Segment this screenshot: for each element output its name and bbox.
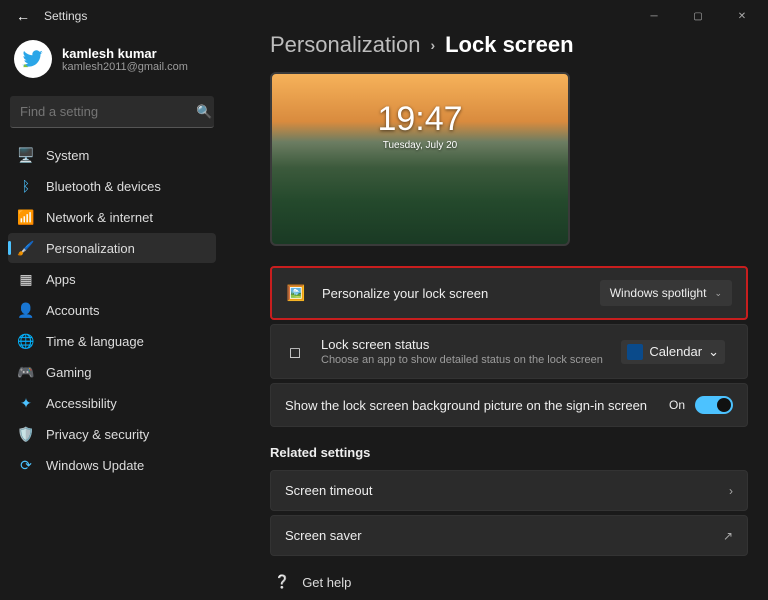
- window-controls: ─ ▢ ✕: [632, 2, 764, 30]
- nav-label: Personalization: [46, 241, 135, 256]
- row-title: Screen saver: [285, 528, 723, 543]
- chevron-down-icon: ⌄: [708, 344, 719, 360]
- row-title: Screen timeout: [285, 483, 729, 498]
- nav-bluetooth[interactable]: ᛒ Bluetooth & devices: [8, 171, 216, 201]
- update-icon: ⟳: [18, 457, 34, 473]
- row-title: Show the lock screen background picture …: [285, 398, 669, 413]
- chevron-right-icon: ›: [729, 484, 733, 498]
- nav-label: Accounts: [46, 303, 99, 318]
- nav-label: Bluetooth & devices: [46, 179, 161, 194]
- main-content: Personalization › Lock screen 19:47 Tues…: [224, 32, 768, 600]
- chevron-down-icon: ⌄: [714, 288, 722, 299]
- profile[interactable]: kamlesh kumar kamlesh2011@gmail.com: [8, 32, 216, 92]
- help-icon: ❔: [274, 574, 290, 590]
- maximize-button[interactable]: ▢: [676, 2, 720, 30]
- search-icon: 🔍: [196, 104, 212, 120]
- lock-screen-preview: 19:47 Tuesday, July 20: [270, 72, 570, 246]
- search-box[interactable]: 🔍: [10, 96, 214, 128]
- system-icon: 🖥️: [18, 147, 34, 163]
- nav-label: Apps: [46, 272, 76, 287]
- nav-system[interactable]: 🖥️ System: [8, 140, 216, 170]
- give-feedback-link[interactable]: 📣 Give feedback: [270, 596, 748, 600]
- row-title: Personalize your lock screen: [322, 286, 600, 301]
- personalize-dropdown[interactable]: Windows spotlight ⌄: [600, 280, 732, 306]
- status-app-chip[interactable]: Calendar ⌄: [621, 340, 725, 364]
- dropdown-value: Windows spotlight: [610, 286, 707, 300]
- nav-label: Accessibility: [46, 396, 117, 411]
- related-settings-heading: Related settings: [270, 445, 748, 460]
- nav-accounts[interactable]: 👤 Accounts: [8, 295, 216, 325]
- chevron-right-icon: ›: [430, 37, 435, 53]
- nav-label: Privacy & security: [46, 427, 149, 442]
- nav-network[interactable]: 📶 Network & internet: [8, 202, 216, 232]
- nav-personalization[interactable]: 🖌️ Personalization: [8, 233, 216, 263]
- accounts-icon: 👤: [18, 302, 34, 318]
- back-button[interactable]: ←: [16, 8, 30, 24]
- breadcrumb-current: Lock screen: [445, 32, 573, 58]
- nav-time[interactable]: 🌐 Time & language: [8, 326, 216, 356]
- avatar: [14, 40, 52, 78]
- sidebar: kamlesh kumar kamlesh2011@gmail.com 🔍 🖥️…: [0, 32, 224, 600]
- personalize-lock-screen-row[interactable]: 🖼️ Personalize your lock screen Windows …: [270, 266, 748, 320]
- status-app-value: Calendar: [649, 344, 702, 359]
- gaming-icon: 🎮: [18, 364, 34, 380]
- breadcrumb-parent[interactable]: Personalization: [270, 32, 420, 58]
- footer-links: ❔ Get help 📣 Give feedback: [270, 568, 748, 600]
- status-icon: ◻: [285, 343, 305, 361]
- nav-gaming[interactable]: 🎮 Gaming: [8, 357, 216, 387]
- profile-email: kamlesh2011@gmail.com: [62, 61, 188, 73]
- nav-update[interactable]: ⟳ Windows Update: [8, 450, 216, 480]
- profile-name: kamlesh kumar: [62, 46, 188, 61]
- minimize-button[interactable]: ─: [632, 2, 676, 30]
- picture-icon: 🖼️: [286, 284, 306, 302]
- get-help-link[interactable]: ❔ Get help: [270, 568, 748, 596]
- apps-icon: ▦: [18, 271, 34, 287]
- calendar-icon: [627, 344, 643, 360]
- lock-screen-status-row[interactable]: ◻ Lock screen status Choose an app to sh…: [270, 324, 748, 379]
- nav-accessibility[interactable]: ✦ Accessibility: [8, 388, 216, 418]
- personalization-icon: 🖌️: [18, 240, 34, 256]
- nav-label: Windows Update: [46, 458, 144, 473]
- preview-date: Tuesday, July 20: [272, 140, 568, 151]
- breadcrumb: Personalization › Lock screen: [270, 32, 748, 58]
- nav-label: Network & internet: [46, 210, 153, 225]
- nav: 🖥️ System ᛒ Bluetooth & devices 📶 Network &…: [8, 140, 216, 480]
- nav-label: Time & language: [46, 334, 144, 349]
- titlebar: ← Settings ─ ▢ ✕: [0, 0, 768, 32]
- screen-saver-row[interactable]: Screen saver ↗: [270, 515, 748, 556]
- signin-toggle[interactable]: [695, 396, 733, 414]
- nav-apps[interactable]: ▦ Apps: [8, 264, 216, 294]
- row-subtitle: Choose an app to show detailed status on…: [321, 354, 621, 366]
- privacy-icon: 🛡️: [18, 426, 34, 442]
- nav-label: Gaming: [46, 365, 92, 380]
- search-input[interactable]: [20, 104, 196, 119]
- network-icon: 📶: [18, 209, 34, 225]
- link-label: Get help: [302, 575, 351, 590]
- toggle-state: On: [669, 398, 685, 412]
- row-title: Lock screen status: [321, 337, 621, 352]
- screen-timeout-row[interactable]: Screen timeout ›: [270, 470, 748, 511]
- window-title: Settings: [44, 9, 87, 23]
- bluetooth-icon: ᛒ: [18, 178, 34, 194]
- nav-privacy[interactable]: 🛡️ Privacy & security: [8, 419, 216, 449]
- nav-label: System: [46, 148, 89, 163]
- close-button[interactable]: ✕: [720, 2, 764, 30]
- preview-time: 19:47: [272, 100, 568, 139]
- time-icon: 🌐: [18, 333, 34, 349]
- signin-picture-row[interactable]: Show the lock screen background picture …: [270, 383, 748, 427]
- external-link-icon: ↗: [723, 529, 733, 543]
- accessibility-icon: ✦: [18, 395, 34, 411]
